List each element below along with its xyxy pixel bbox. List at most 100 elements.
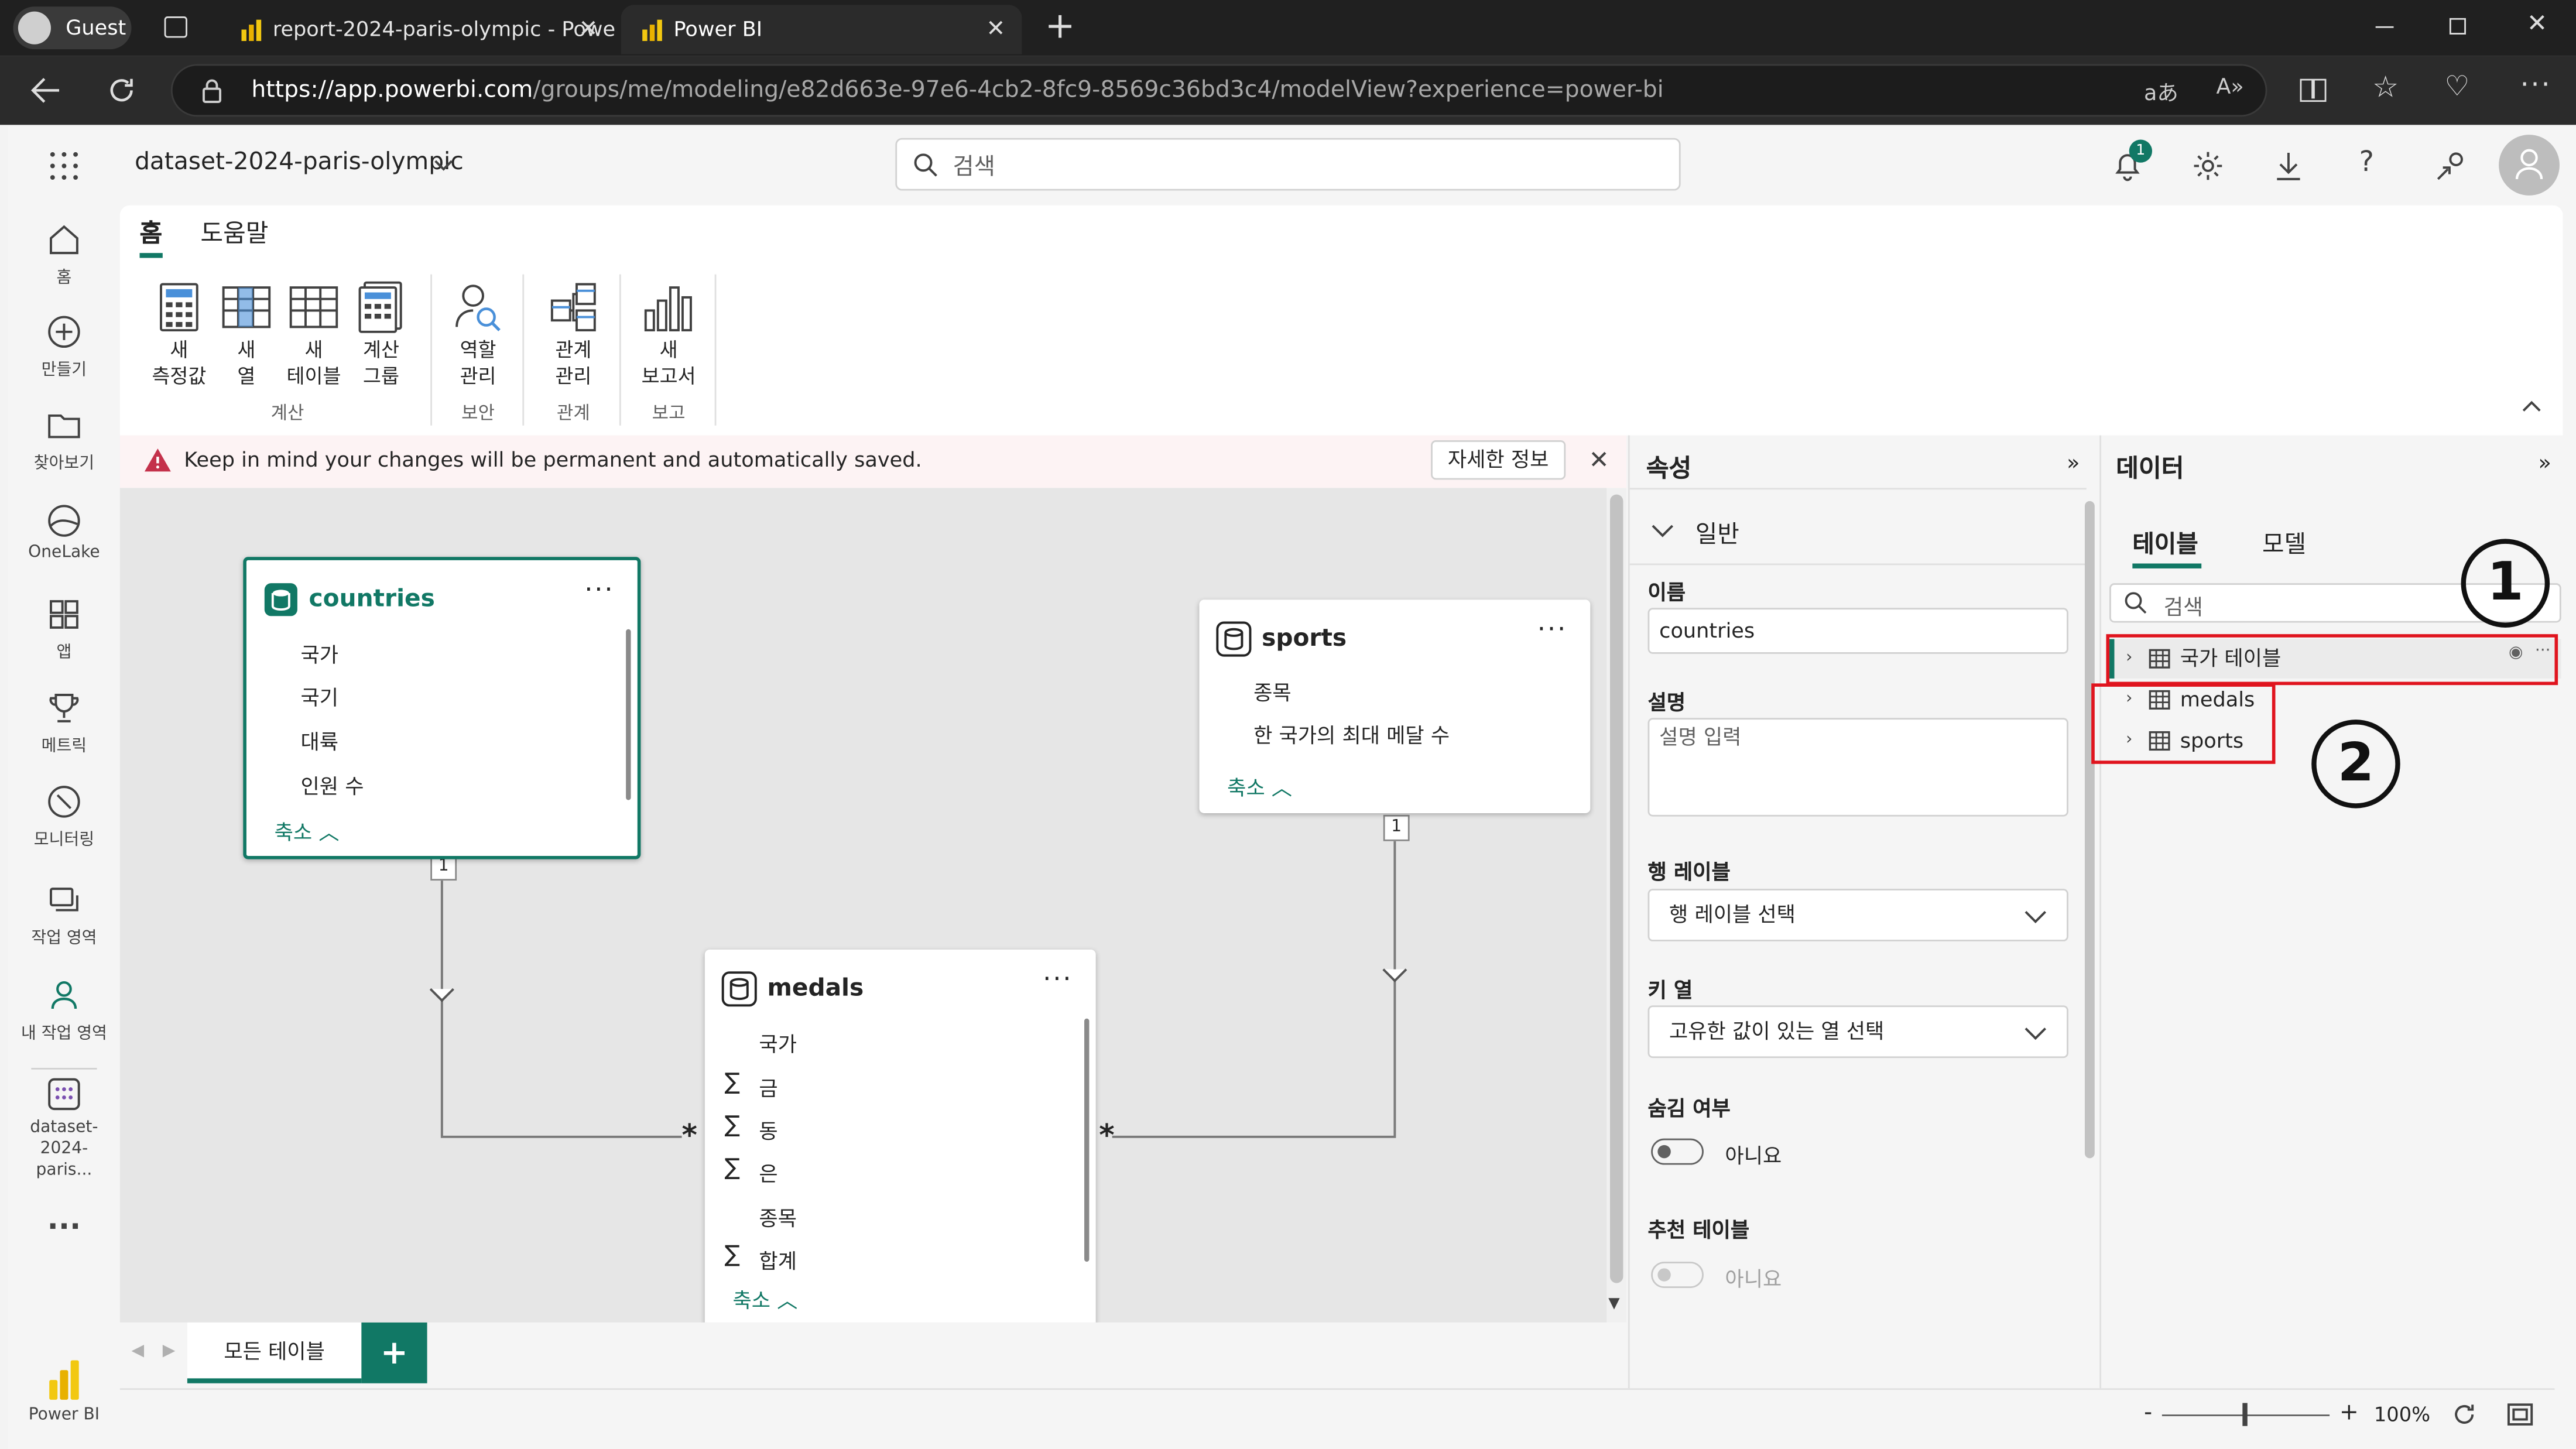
is-hidden-toggle[interactable] [1651, 1138, 1704, 1165]
browser-tab-report[interactable]: report-2024-paris-olympic - Powe ✕ [220, 5, 614, 54]
field-row[interactable]: ∑ 은 [724, 1155, 777, 1188]
nav-monitoring[interactable]: 모니터링 [8, 784, 120, 849]
field-row[interactable]: 종목 [1253, 675, 1292, 706]
prev-page-icon[interactable]: ◀ [131, 1342, 144, 1361]
table-cylinder-icon [721, 971, 757, 1007]
field-row[interactable]: 종목 [759, 1201, 797, 1232]
manage-relationships-button[interactable]: 관계 관리 [540, 281, 606, 389]
fit-to-screen-icon[interactable] [2507, 1403, 2533, 1426]
name-input[interactable]: countries [1647, 608, 2068, 654]
gear-icon[interactable] [2191, 149, 2224, 182]
tab-tables[interactable]: 테이블 [2132, 526, 2198, 560]
collapse-ribbon-icon[interactable] [2522, 399, 2541, 412]
nav-home[interactable]: 홈 [8, 222, 120, 287]
browser-tab-powerbi[interactable]: Power BI ✕ [621, 5, 1022, 54]
browser-menu-icon[interactable]: ··· [2520, 69, 2552, 102]
field-row[interactable]: 인원 수 [301, 769, 364, 800]
properties-scrollbar[interactable] [2084, 501, 2095, 1159]
featured-table-toggle[interactable] [1651, 1262, 1704, 1288]
close-window-icon[interactable]: ✕ [2527, 8, 2547, 38]
collapse-link[interactable]: 축소 ︿ [275, 815, 340, 846]
tab-actions-icon[interactable] [164, 16, 187, 38]
minimize-window-icon[interactable] [2375, 26, 2394, 28]
share-feedback-icon[interactable] [2435, 149, 2468, 182]
key-column-select[interactable]: 고유한 값이 있는 열 선택 [1647, 1005, 2068, 1059]
scroll-thumb[interactable] [1609, 494, 1623, 1283]
table-more-icon[interactable]: ··· [1537, 613, 1567, 644]
nav-metrics[interactable]: 메트릭 [8, 690, 120, 756]
nav-dataset[interactable]: dataset-2024-paris... [8, 1076, 120, 1181]
nav-powerbi-switcher[interactable]: Power BI [8, 1359, 120, 1424]
zoom-out-button[interactable]: - [2144, 1400, 2152, 1426]
tab-home[interactable]: 홈 [140, 215, 163, 250]
table-card-sports[interactable]: sports ··· 종목 한 국가의 최대 메달 수 축소 ︿ [1199, 600, 1591, 814]
nav-apps[interactable]: 앱 [8, 597, 120, 662]
calculation-group-button[interactable]: 계산 그룹 [348, 281, 414, 389]
nav-workspaces[interactable]: 작업 영역 [8, 882, 120, 948]
read-aloud-icon[interactable]: A» [2216, 76, 2243, 100]
tab-help[interactable]: 도움말 [200, 215, 268, 250]
row-label-select[interactable]: 행 레이블 선택 [1647, 889, 2068, 941]
download-icon[interactable] [2274, 149, 2304, 182]
learn-more-button[interactable]: 자세한 정보 [1431, 440, 1566, 480]
field-row[interactable]: ∑ 동 [724, 1112, 777, 1145]
nav-create[interactable]: 만들기 [8, 314, 120, 379]
field-row[interactable]: 한 국가의 최대 메달 수 [1253, 718, 1450, 749]
tab-model[interactable]: 모델 [2262, 526, 2306, 560]
refresh-icon[interactable] [105, 74, 138, 107]
nav-browse[interactable]: 찾아보기 [8, 407, 120, 473]
table-card-medals[interactable]: medals ··· 국가 ∑ 금 ∑ 동 ∑ 은 종목 ∑ 합계 축소 ︿ [704, 949, 1096, 1323]
profile-button[interactable]: Guest [13, 6, 132, 50]
collapse-link[interactable]: 축소 ︿ [733, 1283, 798, 1314]
layout-tab-all-tables[interactable]: 모든 테이블 [187, 1322, 362, 1383]
new-report-button[interactable]: 새 보고서 [636, 281, 701, 389]
back-icon[interactable] [30, 76, 63, 105]
browser-essentials-icon[interactable]: ♡ [2445, 71, 2470, 104]
nav-onelake[interactable]: OneLake [8, 503, 120, 562]
address-bar[interactable]: https://app.powerbi.com/groups/me/modeli… [170, 64, 2267, 117]
translate-icon[interactable]: aあ [2144, 76, 2178, 107]
field-row[interactable]: 국가 [301, 638, 339, 669]
table-more-icon[interactable]: ··· [1043, 962, 1073, 994]
reset-zoom-icon[interactable] [2453, 1403, 2476, 1426]
new-table-button[interactable]: 새 테이블 [281, 281, 347, 389]
manage-roles-button[interactable]: 역할 관리 [445, 281, 511, 389]
dataset-title[interactable]: dataset-2024-paris-olympic [135, 149, 464, 176]
field-row[interactable]: 국기 [301, 680, 339, 711]
field-row[interactable]: ∑ 합계 [724, 1242, 797, 1275]
model-canvas[interactable]: 1 1 * * countries ··· 국가 국기 대륙 인원 수 축소 ︿… [119, 488, 1607, 1323]
split-screen-icon[interactable] [2300, 78, 2327, 102]
new-column-button[interactable]: 새 열 [214, 281, 279, 389]
dismiss-warning-icon[interactable]: ✕ [1589, 445, 1609, 475]
scroll-down-icon[interactable]: ▼ [1608, 1296, 1619, 1313]
chevron-down-icon[interactable] [434, 159, 454, 172]
zoom-slider-thumb[interactable] [2242, 1403, 2248, 1426]
restore-window-icon[interactable] [2449, 18, 2466, 35]
field-row[interactable]: 대륙 [301, 724, 339, 755]
help-icon[interactable]: ? [2359, 146, 2374, 179]
global-search[interactable]: 검색 [895, 138, 1681, 191]
collapse-pane-icon[interactable]: » [2538, 452, 2551, 477]
close-tab-icon[interactable]: ✕ [578, 5, 598, 54]
description-textarea[interactable]: 설명 입력 [1647, 718, 2068, 817]
favorites-icon[interactable]: ☆ [2372, 71, 2399, 105]
card-scrollbar[interactable] [1084, 1018, 1090, 1262]
field-row[interactable]: 국가 [759, 1027, 797, 1058]
next-page-icon[interactable]: ▶ [163, 1342, 176, 1361]
add-layout-button[interactable]: + [361, 1322, 427, 1383]
app-launcher-icon[interactable] [49, 151, 79, 181]
card-scrollbar[interactable] [626, 629, 631, 800]
collapse-pane-icon[interactable]: » [2067, 452, 2080, 477]
close-tab-icon[interactable]: ✕ [986, 5, 1005, 54]
field-row[interactable]: ∑ 금 [724, 1070, 777, 1102]
account-avatar[interactable] [2499, 135, 2560, 196]
new-tab-icon[interactable]: + [1045, 5, 1075, 51]
table-card-countries[interactable]: countries ··· 국가 국기 대륙 인원 수 축소 ︿ [243, 557, 641, 859]
new-measure-button[interactable]: 새 측정값 [146, 281, 212, 389]
nav-more[interactable]: ... [8, 1203, 120, 1237]
canvas-scrollbar[interactable]: ▼ [1606, 488, 1627, 1323]
nav-my-workspace[interactable]: 내 작업 영역 [8, 978, 120, 1043]
zoom-in-button[interactable]: + [2339, 1400, 2359, 1426]
collapse-link[interactable]: 축소 ︿ [1227, 770, 1292, 801]
table-more-icon[interactable]: ··· [584, 573, 614, 604]
